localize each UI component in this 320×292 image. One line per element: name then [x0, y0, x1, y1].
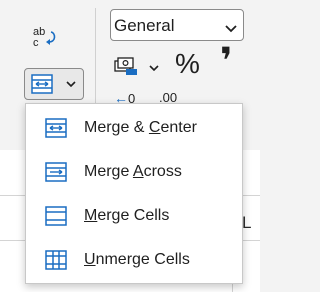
percent-style-button[interactable]: %	[175, 48, 200, 80]
merge-center-icon	[45, 117, 67, 139]
merge-center-split-button[interactable]	[24, 68, 84, 100]
chevron-down-icon[interactable]	[59, 69, 83, 99]
svg-text:c: c	[33, 37, 39, 49]
merge-center-icon[interactable]	[25, 69, 59, 99]
menu-item-label: Merge Cells	[84, 207, 170, 224]
menu-item-merge-center[interactable]: Merge & Center	[27, 108, 241, 148]
merge-cells-icon	[45, 205, 67, 227]
number-format-value: General	[114, 16, 175, 35]
unmerge-cells-icon	[45, 249, 67, 271]
column-header-letter[interactable]: L	[242, 213, 251, 233]
number-format-select[interactable]: General	[110, 9, 244, 41]
menu-item-label: Merge & Center	[84, 119, 197, 136]
menu-item-label: Unmerge Cells	[84, 251, 190, 268]
wrap-text-icon[interactable]: ab c	[32, 24, 58, 50]
comma-style-button[interactable]: ❜	[220, 40, 232, 82]
menu-item-merge-across[interactable]: Merge Across	[27, 152, 241, 192]
menu-item-unmerge-cells[interactable]: Unmerge Cells	[27, 240, 241, 280]
merge-dropdown-menu: Merge & Center Merge Across Merge Cells	[25, 103, 243, 284]
merge-across-icon	[45, 161, 67, 183]
chevron-down-icon[interactable]	[149, 58, 159, 76]
menu-item-merge-cells[interactable]: Merge Cells	[27, 196, 241, 236]
chevron-down-icon	[225, 20, 237, 38]
menu-item-label: Merge Across	[84, 163, 182, 180]
accounting-format-icon[interactable]	[114, 55, 140, 77]
